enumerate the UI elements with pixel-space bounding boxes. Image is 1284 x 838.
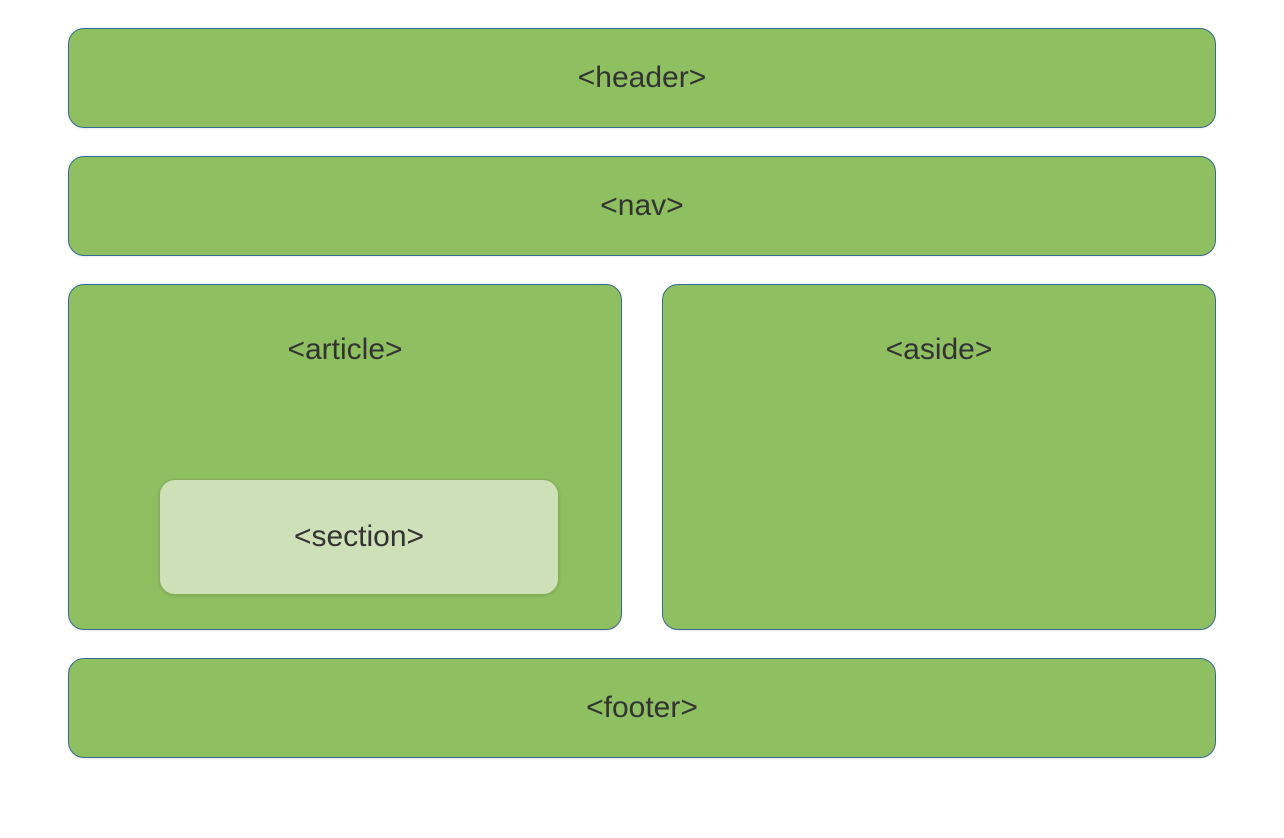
section-block: <section>: [159, 479, 559, 595]
header-block: <header>: [68, 28, 1216, 128]
article-label: <article>: [287, 333, 402, 367]
header-label: <header>: [578, 61, 706, 95]
article-block: <article> <section>: [68, 284, 622, 630]
aside-block: <aside>: [662, 284, 1216, 630]
nav-label: <nav>: [600, 189, 683, 223]
footer-block: <footer>: [68, 658, 1216, 758]
nav-block: <nav>: [68, 156, 1216, 256]
html5-layout-diagram: <header> <nav> <article> <section> <asid…: [68, 28, 1216, 758]
aside-label: <aside>: [886, 333, 993, 367]
footer-label: <footer>: [586, 691, 698, 725]
content-row: <article> <section> <aside>: [68, 284, 1216, 630]
section-label: <section>: [294, 520, 424, 554]
